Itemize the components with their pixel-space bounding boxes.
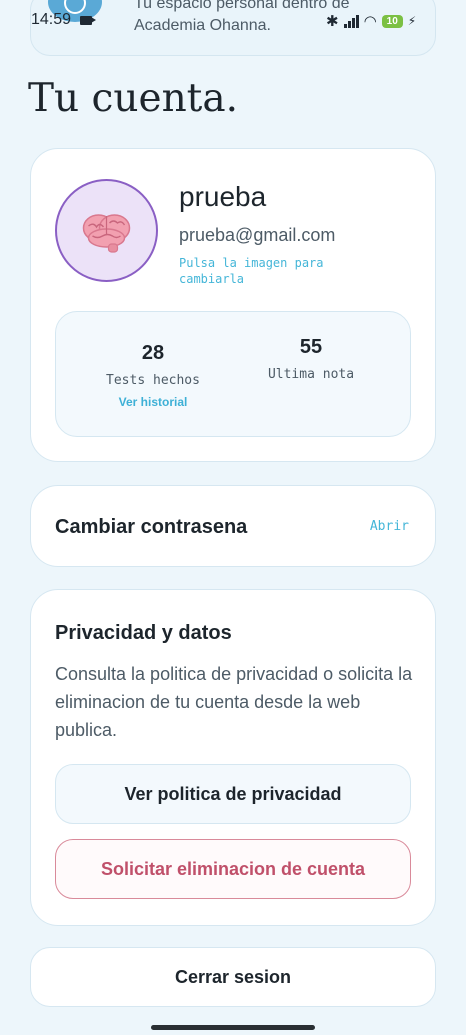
view-privacy-policy-button[interactable]: Ver politica de privacidad bbox=[55, 764, 411, 824]
profile-name: prueba bbox=[179, 181, 267, 212]
signal-icon bbox=[343, 14, 359, 28]
privacy-title: Privacidad y datos bbox=[55, 622, 232, 644]
change-password-card[interactable]: Cambiar contrasena Abrir bbox=[30, 485, 436, 567]
stat-tests: 28 Tests hechos Ver historial bbox=[78, 312, 228, 409]
page-title: Tu cuenta. bbox=[28, 76, 239, 121]
tests-count: 28 bbox=[141, 342, 165, 364]
logout-button[interactable]: Cerrar sesion bbox=[30, 947, 436, 1007]
charging-icon: ⚡ bbox=[407, 14, 417, 28]
status-icons: ✱ ◠ 10 ⚡ bbox=[326, 11, 416, 31]
avatar-hint: Pulsa la imagen para cambiarla bbox=[179, 256, 324, 286]
header-line-1: Tu espacio personal dentro de bbox=[134, 0, 350, 12]
status-time: 14:59 bbox=[31, 11, 72, 28]
open-password-link[interactable]: Abrir bbox=[370, 519, 409, 534]
home-indicator[interactable] bbox=[151, 1025, 315, 1030]
battery-icon: 10 bbox=[381, 14, 403, 28]
history-link[interactable]: Ver historial bbox=[78, 395, 228, 409]
avatar[interactable] bbox=[55, 179, 158, 282]
header-line-2: Academia Ohanna. bbox=[134, 17, 271, 34]
bluetooth-icon: ✱ bbox=[326, 12, 339, 30]
privacy-description: Consulta la politica de privacidad o sol… bbox=[55, 664, 413, 740]
last-grade-label: Ultima nota bbox=[267, 367, 355, 382]
video-record-icon bbox=[80, 16, 96, 25]
header-subtitle: Tu espacio personal dentro de Academia O… bbox=[134, 0, 350, 37]
tests-label: Tests hechos bbox=[106, 373, 200, 388]
wifi-icon: ◠ bbox=[363, 12, 377, 30]
change-password-title: Cambiar contrasena bbox=[55, 516, 248, 538]
profile-card: prueba prueba@gmail.com Pulsa la imagen … bbox=[30, 148, 436, 462]
profile-email: prueba@gmail.com bbox=[179, 225, 336, 245]
privacy-card: Privacidad y datos Consulta la politica … bbox=[30, 589, 436, 926]
brain-icon bbox=[82, 214, 131, 253]
stats-panel: 28 Tests hechos Ver historial 55 Ultima … bbox=[55, 311, 411, 437]
last-grade-value: 55 bbox=[299, 336, 323, 358]
delete-account-button[interactable]: Solicitar eliminacion de cuenta bbox=[55, 839, 411, 899]
stat-last-grade: 55 Ultima nota bbox=[236, 312, 386, 382]
